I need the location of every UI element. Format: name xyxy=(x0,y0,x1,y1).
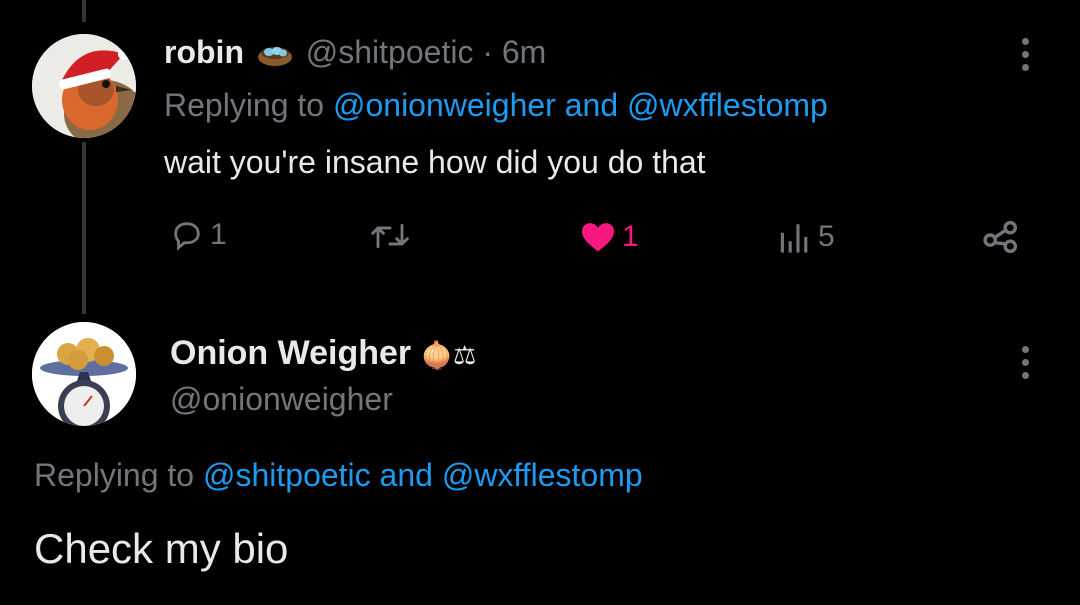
display-name[interactable]: robin xyxy=(164,34,244,70)
reply-context: Replying to @onionweigher and @wxfflesto… xyxy=(164,84,828,126)
reply-context: Replying to @shitpoetic and @wxfflestomp xyxy=(34,454,643,496)
handle[interactable]: @onionweigher xyxy=(170,378,393,420)
replying-to-label: Replying to xyxy=(164,87,325,123)
onion-scale-image xyxy=(32,322,136,426)
reply-mention-shitpoetic[interactable]: @shitpoetic xyxy=(203,457,371,493)
tweet1-header: robin @shitpoetic · 6m xyxy=(164,30,546,78)
like-button[interactable]: 1 xyxy=(580,220,639,254)
reply-mention-wxfflestomp[interactable]: @wxfflestomp xyxy=(442,457,643,493)
share-icon xyxy=(983,220,1018,254)
reply-mention-onionweigher[interactable]: @onionweigher xyxy=(333,87,556,123)
replying-to-label: Replying to xyxy=(34,457,195,493)
reply-and[interactable]: and xyxy=(565,87,618,123)
views-count: 5 xyxy=(818,220,835,253)
thread-line-top xyxy=(82,0,86,22)
separator-dot: · xyxy=(482,34,493,70)
avatar-robin[interactable] xyxy=(32,34,136,138)
retweet-button[interactable] xyxy=(370,220,410,252)
timestamp[interactable]: 6m xyxy=(502,34,546,70)
thread-line xyxy=(82,142,86,314)
nest-emoji-icon xyxy=(257,34,293,78)
handle[interactable]: @shitpoetic xyxy=(306,34,474,70)
avatar-onion-weigher[interactable] xyxy=(32,322,136,426)
reply-count: 1 xyxy=(210,218,227,251)
reply-mention-wxfflestomp[interactable]: @wxfflestomp xyxy=(627,87,828,123)
share-button[interactable] xyxy=(982,220,1020,254)
display-name[interactable]: Onion Weigher xyxy=(170,334,411,372)
tweet-text: wait you're insane how did you do that xyxy=(164,144,706,180)
name-emoji: 🧅⚖ xyxy=(420,341,477,371)
tweet2-header: Onion Weigher 🧅⚖ xyxy=(170,330,476,379)
tweet-text: Check my bio xyxy=(34,525,289,572)
reply-button[interactable]: 1 xyxy=(170,218,227,252)
robin-santa-hat-image xyxy=(32,34,136,138)
more-options-icon[interactable] xyxy=(1021,38,1029,71)
retweet-icon xyxy=(371,223,409,249)
views-button[interactable]: 5 xyxy=(778,220,835,254)
reply-and[interactable]: and xyxy=(380,457,433,493)
views-chart-icon xyxy=(780,224,808,253)
like-count: 1 xyxy=(622,220,639,253)
heart-filled-icon xyxy=(582,223,614,252)
more-options-icon[interactable] xyxy=(1021,346,1029,379)
reply-icon xyxy=(174,222,200,251)
